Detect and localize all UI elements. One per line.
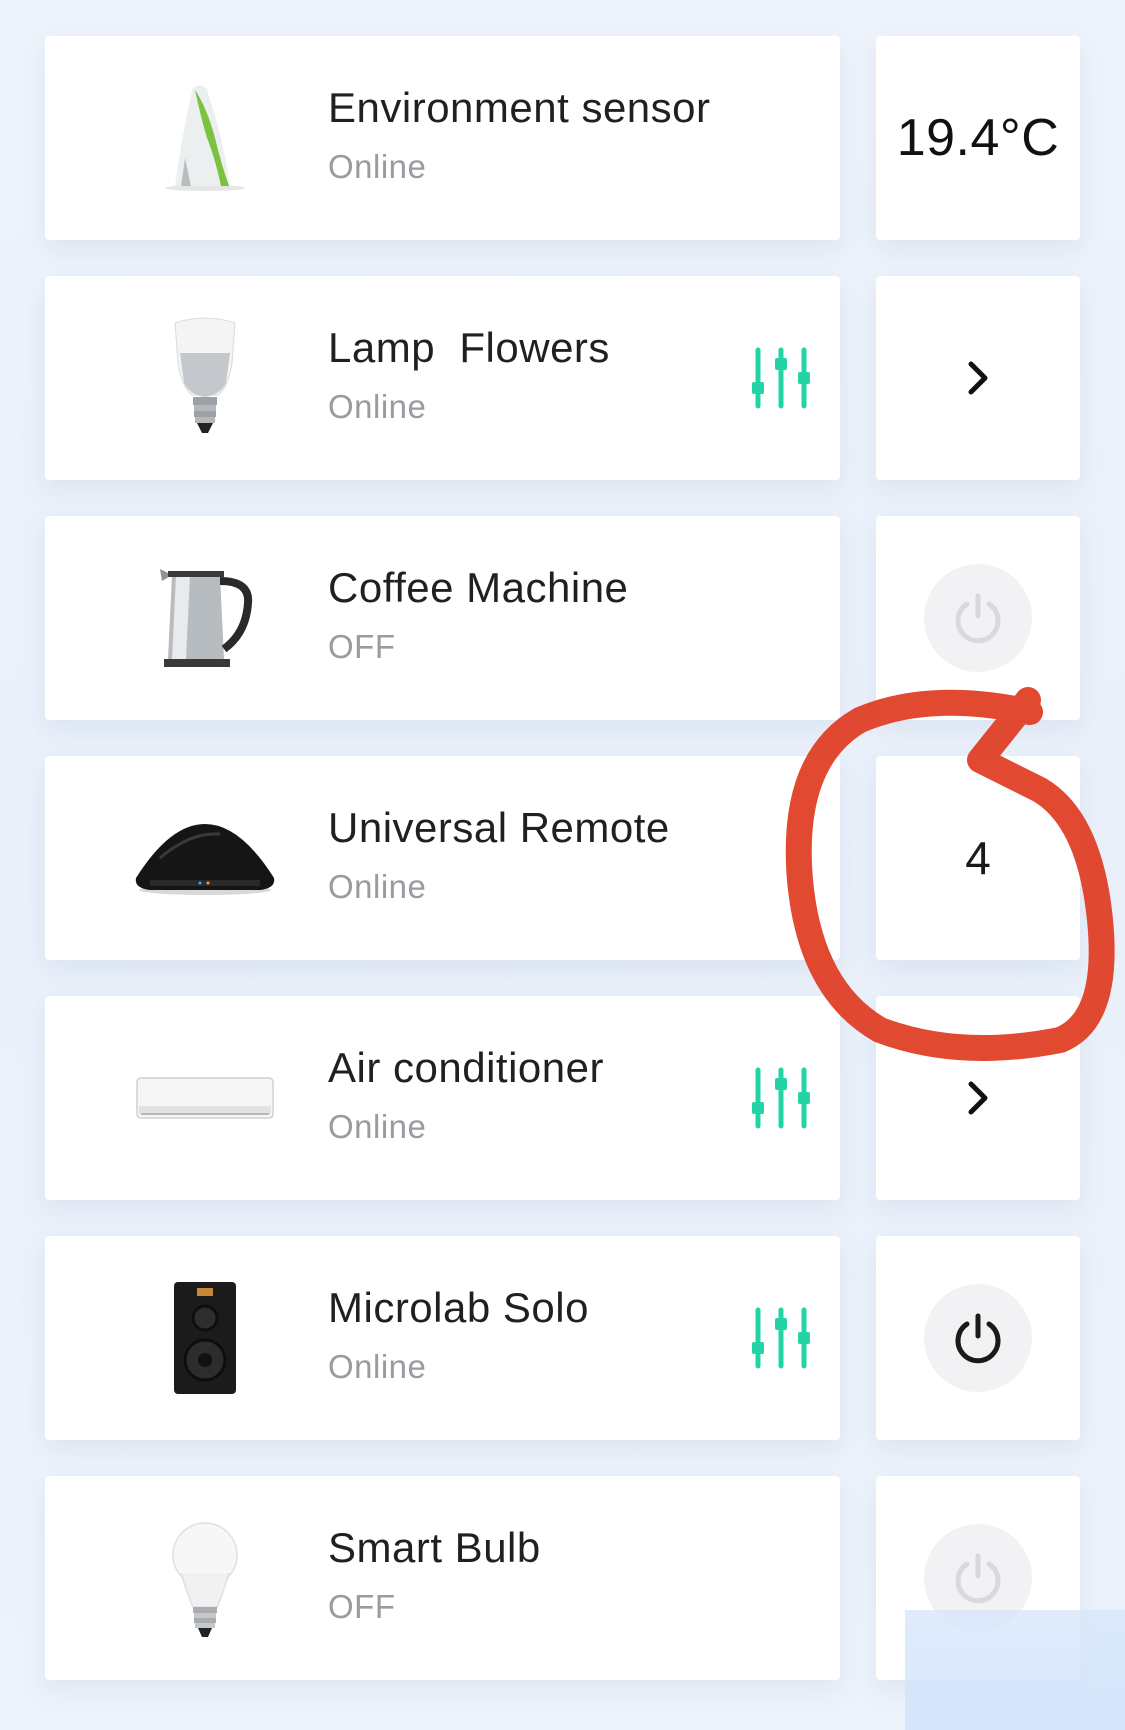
power-button[interactable] bbox=[876, 516, 1080, 720]
device-row-microlab-solo: Microlab Solo Online bbox=[0, 1236, 1125, 1440]
chevron-right-icon bbox=[968, 1081, 988, 1115]
device-row-universal-remote: Universal Remote Online 4 bbox=[0, 756, 1125, 960]
power-button-circle[interactable] bbox=[924, 1284, 1032, 1392]
device-name: Coffee Machine bbox=[328, 564, 629, 611]
device-name: Environment sensor bbox=[328, 84, 711, 131]
temperature-value: 19.4°C bbox=[896, 109, 1060, 167]
device-status: Online bbox=[328, 148, 427, 185]
power-button-circle[interactable] bbox=[924, 564, 1032, 672]
device-card[interactable]: Coffee Machine OFF bbox=[45, 516, 840, 720]
chevron-right-icon bbox=[968, 361, 988, 395]
device-status: OFF bbox=[328, 1588, 396, 1625]
device-name: Air conditioner bbox=[328, 1044, 604, 1091]
device-name: Universal Remote bbox=[328, 804, 670, 851]
device-name: Smart Bulb bbox=[328, 1524, 541, 1571]
open-device-button[interactable] bbox=[876, 996, 1080, 1200]
power-icon bbox=[955, 1313, 1001, 1364]
device-name: Microlab Solo bbox=[328, 1284, 589, 1331]
lamp-bulb-icon bbox=[125, 306, 285, 450]
device-status: OFF bbox=[328, 628, 396, 665]
device-card[interactable]: Air conditioner Online bbox=[45, 996, 840, 1200]
kettle-icon bbox=[125, 546, 285, 690]
open-device-button[interactable] bbox=[876, 276, 1080, 480]
power-icon bbox=[955, 1553, 1001, 1604]
power-button[interactable] bbox=[876, 1236, 1080, 1440]
air-conditioner-icon bbox=[125, 1026, 285, 1170]
device-card[interactable]: Smart Bulb OFF bbox=[45, 1476, 840, 1680]
remote-count-tile[interactable]: 4 bbox=[876, 756, 1080, 960]
device-card[interactable]: Microlab Solo Online bbox=[45, 1236, 840, 1440]
device-row-coffee-machine: Coffee Machine OFF bbox=[0, 516, 1125, 720]
device-card[interactable]: Lamp Flowers Online bbox=[45, 276, 840, 480]
sliders-icon[interactable] bbox=[750, 346, 812, 410]
environment-sensor-icon bbox=[125, 66, 285, 210]
speaker-icon bbox=[125, 1266, 285, 1410]
device-row-environment-sensor: Environment sensor Online 19.4°C bbox=[0, 36, 1125, 240]
device-name: Lamp Flowers bbox=[328, 324, 610, 371]
smart-bulb-icon bbox=[125, 1506, 285, 1650]
device-row-air-conditioner: Air conditioner Online bbox=[0, 996, 1125, 1200]
temperature-tile[interactable]: 19.4°C bbox=[876, 36, 1080, 240]
device-card[interactable]: Environment sensor Online bbox=[45, 36, 840, 240]
device-card[interactable]: Universal Remote Online bbox=[45, 756, 840, 960]
background-decoration bbox=[905, 1610, 1125, 1730]
universal-remote-icon bbox=[125, 786, 285, 930]
device-status: Online bbox=[328, 868, 427, 905]
device-status: Online bbox=[328, 388, 427, 425]
sliders-icon[interactable] bbox=[750, 1306, 812, 1370]
sliders-icon[interactable] bbox=[750, 1066, 812, 1130]
device-status: Online bbox=[328, 1348, 427, 1385]
remote-count: 4 bbox=[965, 832, 991, 884]
device-status: Online bbox=[328, 1108, 427, 1145]
power-icon bbox=[955, 593, 1001, 644]
device-row-lamp-flowers: Lamp Flowers Online bbox=[0, 276, 1125, 480]
